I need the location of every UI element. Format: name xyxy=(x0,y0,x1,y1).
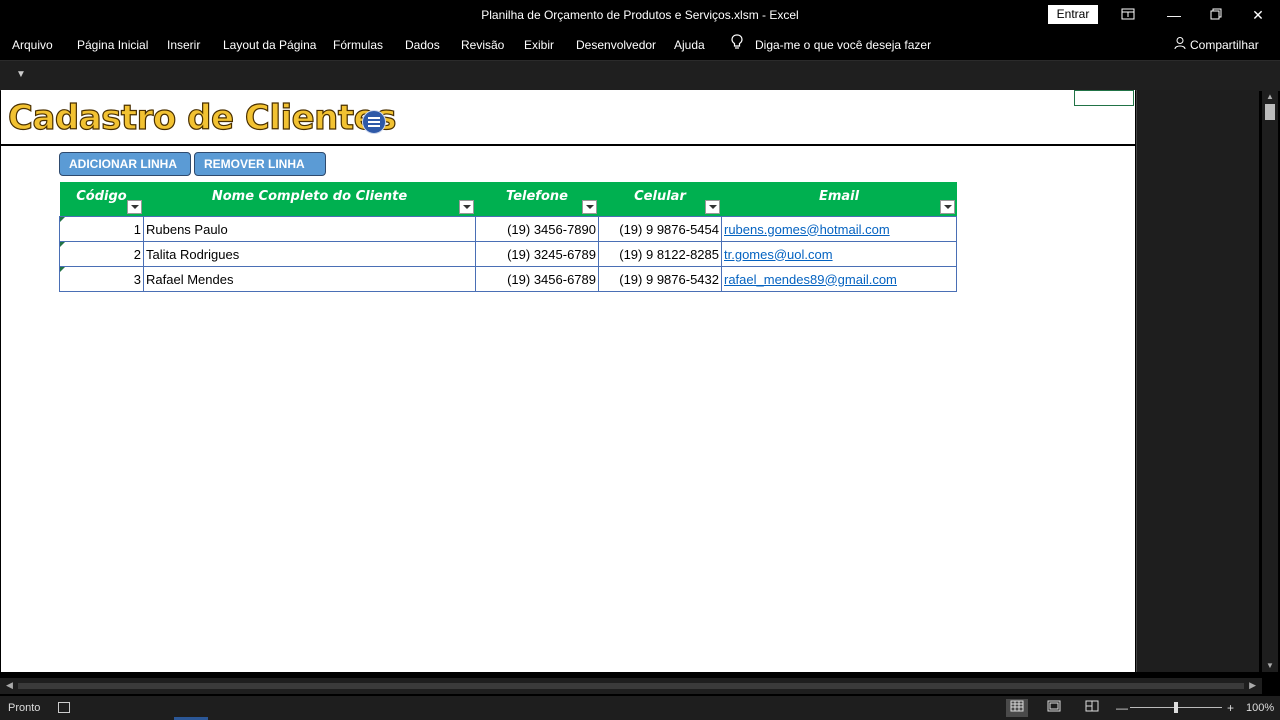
cell-nome[interactable]: Rafael Mendes xyxy=(143,266,476,292)
column-header-nome[interactable]: Nome Completo do Cliente xyxy=(143,182,476,217)
scroll-track[interactable] xyxy=(18,683,1244,689)
share-label: Compartilhar xyxy=(1190,38,1259,52)
customize-quick-access-icon[interactable]: ▼ xyxy=(16,69,26,80)
email-link[interactable]: rubens.gomes@hotmail.com xyxy=(724,222,890,237)
menu-item-revisao[interactable]: Revisão xyxy=(461,30,504,60)
add-row-button[interactable]: ADICIONAR LINHA xyxy=(59,152,191,176)
scroll-up-icon[interactable]: ▲ xyxy=(1266,92,1274,101)
zoom-in-icon[interactable]: + xyxy=(1227,696,1234,720)
normal-view-icon[interactable] xyxy=(1006,699,1028,717)
page-title: Cadastro de Clientes xyxy=(7,97,397,138)
tell-me-search[interactable]: Diga-me o que você deseja fazer xyxy=(755,30,931,60)
filter-dropdown-icon[interactable] xyxy=(458,200,474,214)
menu-item-inserir[interactable]: Inserir xyxy=(167,30,200,60)
cell-email[interactable]: tr.gomes@uol.com xyxy=(721,241,957,267)
cell-codigo[interactable]: 2 xyxy=(59,241,144,267)
table-row: 1 Rubens Paulo (19) 3456-7890 (19) 9 987… xyxy=(59,216,957,242)
filter-dropdown-icon[interactable] xyxy=(704,200,720,214)
cell-telefone[interactable]: (19) 3245-6789 xyxy=(475,241,599,267)
cell-nome[interactable]: Talita Rodrigues xyxy=(143,241,476,267)
table-row: 2 Talita Rodrigues (19) 3245-6789 (19) 9… xyxy=(59,241,957,267)
page-layout-view-icon[interactable] xyxy=(1043,699,1065,717)
active-cell[interactable] xyxy=(1074,90,1134,106)
column-header-telefone[interactable]: Telefone xyxy=(475,182,599,217)
vertical-scrollbar[interactable]: ▲ ▼ xyxy=(1262,90,1278,672)
ribbon-display-options-icon[interactable] xyxy=(1108,0,1148,30)
lightbulb-icon[interactable] xyxy=(731,30,743,60)
error-indicator xyxy=(60,217,65,222)
quick-access-toolbar: ▼ xyxy=(0,60,1280,91)
scroll-left-icon[interactable]: ◀ xyxy=(6,680,13,691)
hamburger-menu-icon[interactable] xyxy=(362,110,386,134)
table-row: 3 Rafael Mendes (19) 3456-6789 (19) 9 98… xyxy=(59,266,957,292)
menu-item-layout-da-pagina[interactable]: Layout da Página xyxy=(223,30,316,60)
cell-celular[interactable]: (19) 9 9876-5454 xyxy=(598,216,722,242)
scroll-down-icon[interactable]: ▼ xyxy=(1266,661,1274,670)
page-break-preview-icon[interactable] xyxy=(1081,699,1103,717)
zoom-out-icon[interactable]: — xyxy=(1116,696,1128,720)
restore-icon[interactable] xyxy=(1196,0,1236,30)
scroll-right-icon[interactable]: ▶ xyxy=(1249,680,1256,691)
error-indicator xyxy=(60,242,65,247)
scroll-thumb[interactable] xyxy=(1265,104,1275,120)
menu-item-formulas[interactable]: Fórmulas xyxy=(333,30,383,60)
sign-in-button[interactable]: Entrar xyxy=(1048,5,1098,24)
column-header-email[interactable]: Email xyxy=(721,182,957,217)
cell-celular[interactable]: (19) 9 9876-5432 xyxy=(598,266,722,292)
remove-row-button[interactable]: REMOVER LINHA xyxy=(194,152,326,176)
cell-telefone[interactable]: (19) 3456-7890 xyxy=(475,216,599,242)
clients-table: Código Nome Completo do Cliente Telefone… xyxy=(59,182,957,292)
cell-email[interactable]: rafael_mendes89@gmail.com xyxy=(721,266,957,292)
menu-item-ajuda[interactable]: Ajuda xyxy=(674,30,705,60)
email-link[interactable]: tr.gomes@uol.com xyxy=(724,247,833,262)
share-button[interactable]: Compartilhar xyxy=(1174,30,1259,60)
menu-item-pagina-inicial[interactable]: Página Inicial xyxy=(77,30,148,60)
column-header-codigo[interactable]: Código xyxy=(59,182,144,217)
person-icon xyxy=(1174,31,1187,61)
filter-dropdown-icon[interactable] xyxy=(939,200,955,214)
cell-email[interactable]: rubens.gomes@hotmail.com xyxy=(721,216,957,242)
filter-dropdown-icon[interactable] xyxy=(126,200,142,214)
email-link[interactable]: rafael_mendes89@gmail.com xyxy=(724,272,897,287)
minimize-icon[interactable]: — xyxy=(1154,0,1194,30)
macro-recording-icon[interactable] xyxy=(58,702,70,713)
sheet-margin-area xyxy=(1136,90,1259,672)
error-indicator xyxy=(60,267,65,272)
cell-telefone[interactable]: (19) 3456-6789 xyxy=(475,266,599,292)
status-ready: Pronto xyxy=(8,702,41,714)
zoom-level[interactable]: 100% xyxy=(1246,696,1274,720)
title-bar: Planilha de Orçamento de Produtos e Serv… xyxy=(0,0,1280,30)
close-icon[interactable]: ✕ xyxy=(1238,0,1278,30)
title-divider xyxy=(1,144,1135,146)
horizontal-scrollbar[interactable]: ◀ ▶ xyxy=(0,678,1262,694)
menu-item-dados[interactable]: Dados xyxy=(405,30,440,60)
filter-dropdown-icon[interactable] xyxy=(581,200,597,214)
menu-item-exibir[interactable]: Exibir xyxy=(524,30,554,60)
menu-item-desenvolvedor[interactable]: Desenvolvedor xyxy=(576,30,656,60)
cell-codigo[interactable]: 1 xyxy=(59,216,144,242)
menu-bar: Arquivo Página Inicial Inserir Layout da… xyxy=(0,30,1280,60)
worksheet[interactable]: Cadastro de Clientes ADICIONAR LINHA REM… xyxy=(1,90,1135,672)
cell-codigo[interactable]: 3 xyxy=(59,266,144,292)
cell-celular[interactable]: (19) 9 8122-8285 xyxy=(598,241,722,267)
zoom-slider-thumb[interactable] xyxy=(1174,702,1178,713)
menu-item-arquivo[interactable]: Arquivo xyxy=(12,30,53,60)
column-header-celular[interactable]: Celular xyxy=(598,182,722,217)
cell-nome[interactable]: Rubens Paulo xyxy=(143,216,476,242)
table-header-row: Código Nome Completo do Cliente Telefone… xyxy=(59,182,957,217)
